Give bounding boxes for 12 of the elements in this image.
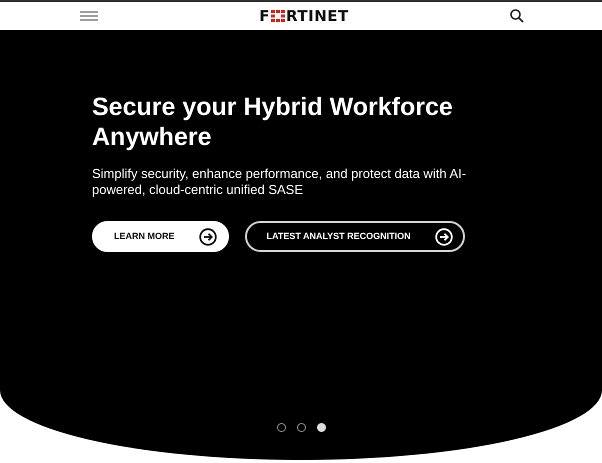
hero-subtitle: Simplify security, enhance performance, and protect data with AI-powered, cloud-centric unified SASE <box>92 166 468 198</box>
hero-title: Secure your Hybrid Workforce Anywhere <box>92 92 454 152</box>
logo-grid-icon <box>271 10 285 22</box>
fortinet-logo[interactable]: F RTINET <box>259 8 349 24</box>
analyst-recognition-button[interactable]: LATEST ANALYST RECOGNITION <box>244 221 465 252</box>
search-icon[interactable] <box>510 9 524 23</box>
slide-dot[interactable] <box>297 423 306 432</box>
arrow-circle-icon <box>434 228 453 246</box>
learn-more-button[interactable]: LEARN MORE <box>92 221 228 252</box>
menu-icon[interactable] <box>80 11 98 21</box>
arrow-circle-icon <box>198 228 216 246</box>
slide-dot[interactable] <box>277 423 286 432</box>
